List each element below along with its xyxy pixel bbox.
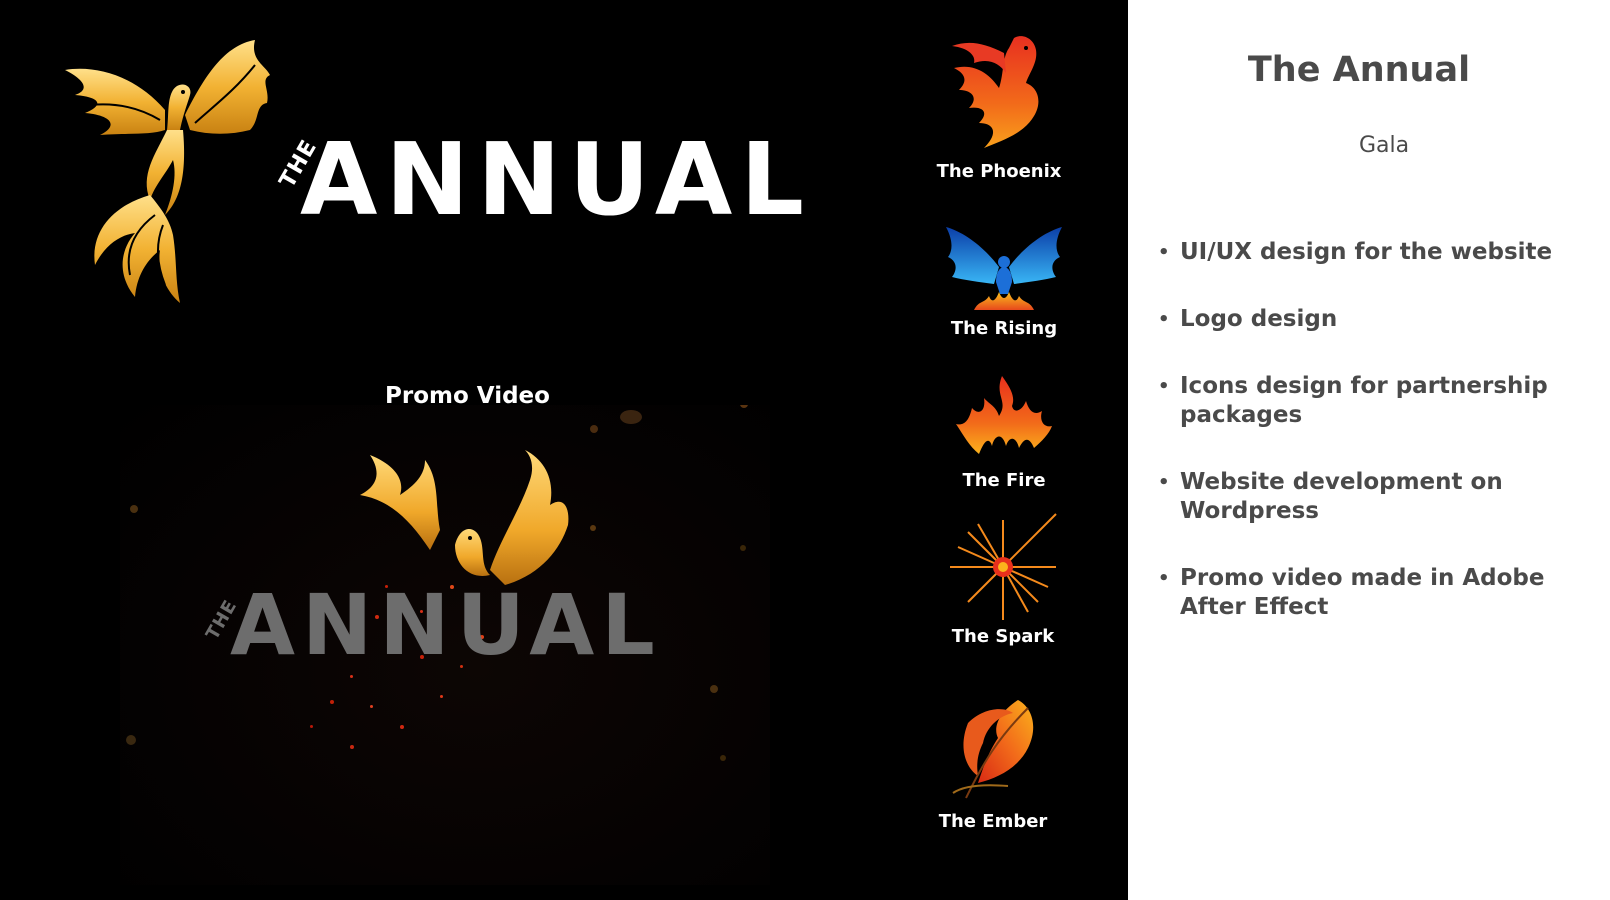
list-item: UI/UX design for the website (1158, 238, 1578, 267)
project-info-panel: The Annual Gala UI/UX design for the web… (1128, 0, 1610, 900)
package-phoenix: The Phoenix (924, 28, 1074, 182)
list-item: Icons design for partnership packages (1158, 372, 1578, 430)
ember-particle (620, 410, 642, 424)
package-spark: The Spark (928, 512, 1078, 647)
video-logo-wordmark: THE ANNUAL (190, 575, 730, 675)
ember-particle (740, 405, 748, 408)
red-spark (310, 725, 313, 728)
package-label: The Rising (950, 318, 1058, 339)
package-label: The Fire (962, 470, 1046, 491)
red-spark (350, 675, 353, 678)
list-item: Promo video made in Adobe After Effect (1158, 564, 1578, 622)
ember-particle (720, 755, 726, 761)
ember-particle (590, 525, 596, 531)
package-label: The Spark (951, 626, 1055, 647)
logo-wordmark: THE ANNUAL (255, 120, 804, 240)
promo-video-frame[interactable]: THE ANNUAL (120, 405, 770, 885)
rising-phoenix-icon (946, 227, 1062, 310)
portfolio-slide: THE ANNUAL Promo Video THE ANNUAL The Ph… (0, 0, 1610, 900)
package-label: The Ember (938, 811, 1048, 832)
ember-particle (740, 545, 746, 551)
ember-particle (590, 425, 598, 433)
list-item: Logo design (1158, 305, 1578, 334)
golden-phoenix-icon (65, 40, 270, 303)
fire-icon (956, 376, 1052, 454)
ember-feather-icon (952, 700, 1034, 799)
project-subtitle: Gala (1358, 133, 1410, 158)
showcase-panel: THE ANNUAL Promo Video THE ANNUAL The Ph… (0, 0, 1128, 900)
package-ember: The Ember (918, 698, 1068, 832)
red-spark (330, 700, 334, 704)
ember-particle (126, 735, 136, 745)
package-rising: The Rising (929, 222, 1079, 339)
phoenix-icon (952, 36, 1039, 148)
package-fire: The Fire (929, 376, 1079, 491)
feature-list: UI/UX design for the website Logo design… (1158, 238, 1578, 660)
spark-icon (950, 513, 1057, 620)
main-logo: THE ANNUAL (55, 35, 804, 305)
red-spark (350, 745, 354, 749)
project-title: The Annual (1247, 50, 1471, 90)
red-spark (440, 695, 443, 698)
ember-particle (710, 685, 718, 693)
video-logo-text: ANNUAL (230, 576, 662, 674)
ember-particle (130, 505, 138, 513)
red-spark (370, 705, 373, 708)
red-spark (400, 725, 404, 729)
logo-text: ANNUAL (300, 121, 813, 238)
package-label: The Phoenix (936, 161, 1062, 182)
list-item: Website development on Wordpress (1158, 468, 1578, 526)
